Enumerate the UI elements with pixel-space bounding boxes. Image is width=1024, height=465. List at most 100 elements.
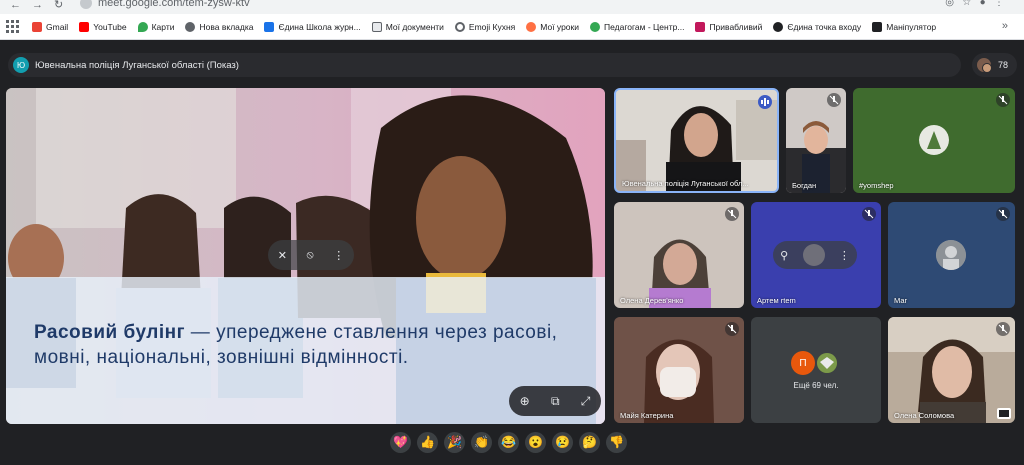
address-bar[interactable]: meet.google.com/tem-zysw-ktv — [98, 0, 250, 9]
participant-video — [888, 317, 1015, 423]
reactions-bar: 💖 👍 🎉 👏 😂 😮 😢 🤔 👎 — [390, 432, 627, 453]
participant-tile[interactable]: ⚲ ⋮ Артем rtem — [751, 202, 881, 308]
mic-off-icon — [725, 322, 739, 336]
participant-name: Артем rtem — [757, 296, 796, 305]
globe-icon — [185, 21, 196, 32]
site-info-icon[interactable] — [80, 0, 92, 9]
bookmark-youtube[interactable]: YouTube — [79, 21, 127, 32]
maps-icon — [137, 21, 148, 32]
bookmark-maps[interactable]: Карти — [137, 21, 174, 32]
others-tile[interactable]: П Ещё 69 чел. — [751, 317, 881, 423]
tile-controls: ⚲ ⋮ — [773, 241, 857, 269]
participant-tile[interactable]: Маг — [888, 202, 1015, 308]
participant-name: Богдан — [792, 181, 817, 190]
mic-off-icon — [862, 207, 876, 221]
participant-name: Маг — [894, 296, 908, 305]
bookmarks-bar: Gmail YouTube Карти Нова вкладка Єдина Ш… — [0, 14, 1024, 40]
youtube-icon — [79, 21, 90, 32]
participant-video — [614, 202, 744, 308]
participant-name: Олена Дерев'янко — [620, 296, 684, 305]
bookmark-manipulator[interactable]: Маніпулятор — [872, 21, 936, 32]
participant-video — [616, 90, 777, 191]
participant-name: Майя Катерина — [620, 411, 674, 420]
caption-term: Расовий булінг — [34, 322, 186, 343]
others-avatar-photo — [815, 351, 839, 375]
participant-tile[interactable]: Олена Дерев'янко — [614, 202, 744, 308]
screen-share-icon — [997, 408, 1011, 419]
meeting-title: Ювенальна поліція Луганської області (По… — [35, 59, 239, 71]
bookmark-icon — [872, 21, 883, 32]
speaking-indicator-icon — [758, 95, 772, 109]
gmail-icon — [32, 21, 42, 32]
tile-controls: ✕ ⦸ ⋮ — [268, 240, 354, 270]
thumbs-up-reaction[interactable]: 👍 — [417, 432, 438, 453]
leaf-icon — [590, 21, 600, 32]
bookmark-attractive[interactable]: Привабливий — [695, 21, 762, 32]
lessons-icon — [526, 21, 537, 32]
mic-off-icon — [827, 93, 841, 107]
party-popper-reaction[interactable]: 🎉 — [444, 432, 465, 453]
presentation-stage[interactable]: Расовий булінг — упереджене ставлення че… — [6, 88, 605, 424]
mic-off-icon — [996, 93, 1010, 107]
thinking-reaction[interactable]: 🤔 — [579, 432, 600, 453]
others-avatar: П — [791, 351, 815, 375]
crying-reaction[interactable]: 😢 — [552, 432, 573, 453]
documents-icon — [371, 21, 382, 32]
bookmark-my-documents[interactable]: Мої документи — [371, 21, 444, 32]
participant-tile[interactable]: Ювенальна поліція Луганської обл... — [614, 88, 779, 193]
bookmark-single-entry[interactable]: Єдина точка входу — [773, 21, 861, 32]
participant-tile[interactable]: #yomshep — [853, 88, 1015, 193]
participant-avatar — [802, 244, 825, 266]
back-icon[interactable]: ← — [10, 0, 21, 11]
bookmark-my-lessons[interactable]: Мої уроки — [526, 21, 579, 32]
bookmark-icon — [695, 21, 706, 32]
pin-off-icon[interactable]: ✕ — [278, 249, 287, 262]
apps-grid-icon[interactable] — [6, 19, 20, 34]
participants-avatars-icon — [977, 58, 992, 73]
surprised-reaction[interactable]: 😮 — [525, 432, 546, 453]
participant-name: #yomshep — [859, 181, 894, 190]
mic-off-icon — [725, 207, 739, 221]
bookmark-teachers-center[interactable]: Педагогам - Центр... — [590, 21, 684, 32]
thumbs-down-reaction[interactable]: 👎 — [606, 432, 627, 453]
pin-icon[interactable]: ⚲ — [780, 249, 788, 262]
bookmark-school-journal[interactable]: Єдина Школа журн... — [264, 21, 361, 32]
globe-icon — [773, 21, 784, 32]
mic-off-icon — [996, 207, 1010, 221]
bookmark-emoji-kitchen[interactable]: Emoji Кухня — [454, 21, 515, 32]
sparkling-heart-reaction[interactable]: 💖 — [390, 432, 411, 453]
participant-video — [614, 317, 744, 423]
more-bookmarks-icon[interactable]: » — [1002, 20, 1008, 32]
participants-button[interactable]: 78 — [972, 53, 1017, 77]
participant-tile[interactable]: Майя Катерина — [614, 317, 744, 423]
participant-name: Ювенальна поліція Луганської обл... — [622, 179, 749, 188]
reload-icon[interactable]: ↻ — [54, 0, 63, 11]
participant-avatar — [936, 240, 966, 270]
pop-out-icon[interactable]: ⧉ — [551, 394, 560, 409]
participant-tile[interactable]: Олена Соломова — [888, 317, 1015, 423]
slide-caption: Расовий булінг — упереджене ставлення че… — [34, 320, 594, 370]
laughing-reaction[interactable]: 😂 — [498, 432, 519, 453]
others-count-label: Ещё 69 чел. — [793, 381, 839, 390]
participant-tile[interactable]: Богдан — [786, 88, 846, 193]
school-icon — [264, 21, 275, 32]
search-icon — [454, 21, 465, 32]
meeting-header: Ю Ювенальна поліція Луганської області (… — [8, 53, 961, 77]
bookmark-gmail[interactable]: Gmail — [32, 21, 68, 32]
forward-icon[interactable]: → — [32, 0, 43, 11]
participant-count: 78 — [998, 60, 1009, 70]
participant-avatar — [919, 125, 949, 155]
mic-off-icon — [996, 322, 1010, 336]
fullscreen-icon[interactable]: ⤢ — [581, 394, 591, 409]
zoom-controls: ⊕ ⧉ ⤢ — [509, 386, 601, 416]
browser-action-icons[interactable]: ◎ ☆ ● ⋮ — [945, 0, 1004, 8]
bookmark-new-tab[interactable]: Нова вкладка — [185, 21, 253, 32]
more-options-icon[interactable]: ⋮ — [333, 249, 344, 262]
presenter-avatar: Ю — [13, 57, 29, 73]
zoom-in-icon[interactable]: ⊕ — [520, 394, 530, 408]
participant-name: Олена Соломова — [894, 411, 955, 420]
more-options-icon[interactable]: ⋮ — [839, 249, 850, 262]
mute-off-icon[interactable]: ⦸ — [307, 249, 314, 262]
browser-toolbar: ← → ↻ meet.google.com/tem-zysw-ktv ◎ ☆ ●… — [0, 0, 1024, 14]
clapping-reaction[interactable]: 👏 — [471, 432, 492, 453]
